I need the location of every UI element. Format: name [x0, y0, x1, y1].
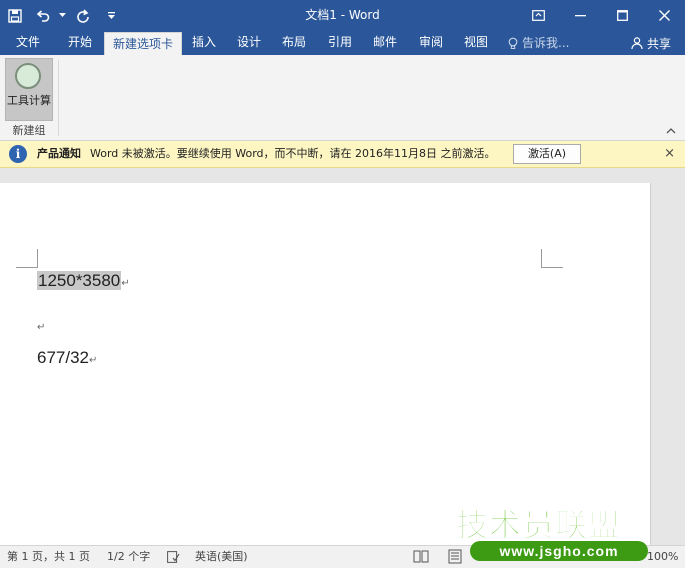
title-bar: 文档1 - Word	[0, 0, 685, 31]
language-indicator[interactable]: 英语(美国)	[195, 546, 248, 568]
document-page[interactable]: 1250*3580↵ ↵ 677/32↵	[0, 183, 651, 545]
tab-home[interactable]: 开始	[58, 31, 102, 55]
close-icon	[658, 10, 670, 21]
ribbon-display-icon	[531, 10, 545, 21]
tell-me-box[interactable]: 告诉我...	[508, 31, 569, 55]
person-icon	[631, 37, 643, 49]
watermark-url: www.jsgho.com	[470, 541, 648, 561]
info-icon: i	[9, 145, 27, 163]
minimize-button[interactable]	[559, 0, 601, 31]
tab-review[interactable]: 审阅	[411, 31, 451, 55]
group-label: 新建组	[12, 124, 46, 137]
ribbon-panel: 工具计算 新建组	[0, 55, 685, 141]
read-mode-icon[interactable]	[413, 549, 429, 564]
word-count[interactable]: 1/2 个字	[107, 546, 150, 568]
document-area: 1250*3580↵ ↵ 677/32↵	[0, 168, 685, 545]
activate-button[interactable]: 激活(A)	[513, 144, 581, 164]
window-controls	[517, 0, 685, 31]
document-line[interactable]: 677/32↵	[37, 348, 97, 368]
tool-calc-label: 工具计算	[7, 94, 51, 107]
save-button[interactable]	[0, 0, 30, 31]
tab-file[interactable]: 文件	[6, 31, 50, 55]
notification-close-button[interactable]: ×	[664, 141, 675, 167]
circle-icon	[15, 63, 41, 89]
product-notification-bar: i 产品通知 Word 未被激活。要继续使用 Word，而不中断，请在 2016…	[0, 141, 685, 168]
lightbulb-icon	[508, 37, 518, 49]
close-button[interactable]	[643, 0, 685, 31]
redo-icon	[77, 8, 89, 23]
ribbon-display-options-button[interactable]	[517, 0, 559, 31]
proofing-icon[interactable]	[167, 551, 180, 563]
paragraph-mark: ↵	[37, 322, 46, 333]
crop-mark-right-v	[541, 249, 542, 268]
ribbon-tabs: 文件 开始 新建选项卡 插入 设计 布局 引用 邮件 审阅 视图 告诉我... …	[0, 31, 685, 55]
quick-access-toolbar	[0, 0, 124, 31]
chevron-down-icon	[58, 13, 66, 17]
line-text: 677/32	[37, 348, 89, 367]
customize-qat-button[interactable]	[98, 0, 124, 31]
tab-mailings[interactable]: 邮件	[365, 31, 405, 55]
notification-message: Word 未被激活。要继续使用 Word，而不中断，请在 2016年11月8日 …	[90, 147, 496, 160]
undo-button[interactable]	[30, 0, 56, 31]
undo-icon	[36, 9, 50, 22]
crop-mark-left-h	[16, 267, 37, 268]
crop-mark-right-h	[541, 267, 563, 268]
crop-mark-left-v	[37, 249, 38, 268]
maximize-button[interactable]	[601, 0, 643, 31]
watermark-logo-text: 技术员联盟	[455, 506, 622, 545]
tab-layout[interactable]: 布局	[274, 31, 314, 55]
redo-button[interactable]	[68, 0, 98, 31]
document-line[interactable]: 1250*3580↵	[37, 271, 130, 291]
tab-insert[interactable]: 插入	[184, 31, 224, 55]
group-divider	[58, 60, 59, 136]
tab-references[interactable]: 引用	[320, 31, 360, 55]
notification-title: 产品通知	[37, 147, 81, 160]
share-button[interactable]: 共享	[623, 33, 679, 53]
undo-dropdown-button[interactable]	[56, 0, 68, 31]
tab-new-tab[interactable]: 新建选项卡	[104, 32, 182, 55]
tool-calc-button[interactable]: 工具计算	[5, 58, 53, 121]
page-count[interactable]: 第 1 页，共 1 页	[7, 546, 90, 568]
tell-me-placeholder: 告诉我...	[522, 36, 570, 50]
print-layout-icon[interactable]	[447, 549, 463, 564]
maximize-icon	[616, 10, 628, 21]
paragraph-mark: ↵	[89, 355, 98, 366]
minimize-icon	[574, 14, 586, 16]
zoom-level[interactable]: 100%	[647, 546, 678, 568]
customize-icon	[107, 11, 115, 19]
save-icon	[8, 8, 22, 23]
collapse-ribbon-icon[interactable]	[665, 125, 677, 137]
document-line[interactable]: ↵	[37, 315, 45, 335]
share-label: 共享	[646, 36, 671, 51]
selected-text[interactable]: 1250*3580	[37, 271, 122, 290]
paragraph-mark: ↵	[121, 278, 130, 289]
tab-view[interactable]: 视图	[456, 31, 496, 55]
tab-design[interactable]: 设计	[229, 31, 269, 55]
